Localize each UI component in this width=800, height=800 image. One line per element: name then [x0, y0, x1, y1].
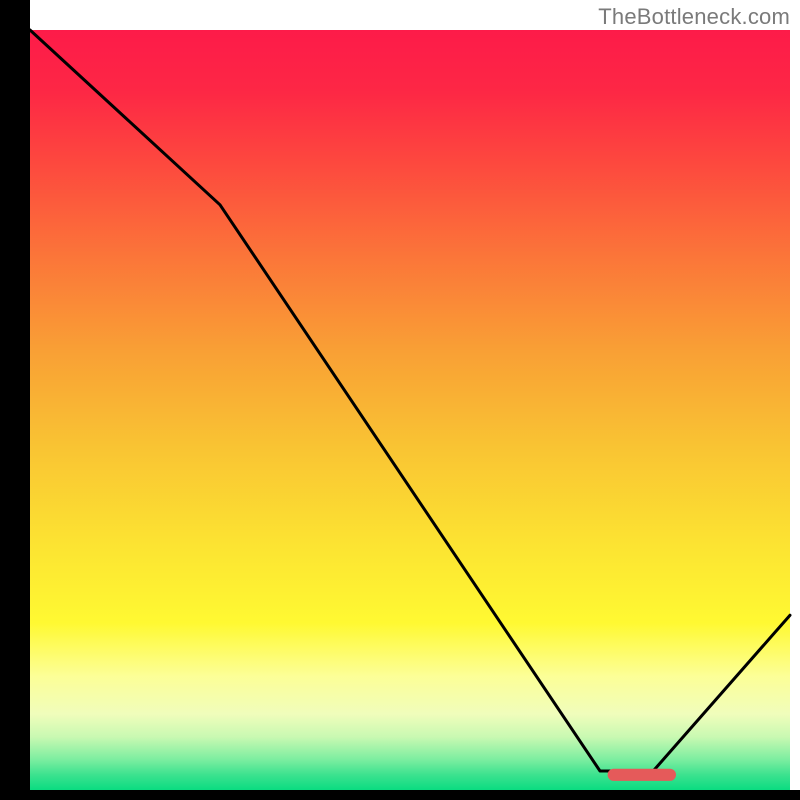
- plot-background: [30, 30, 790, 790]
- attribution-label: TheBottleneck.com: [598, 4, 790, 30]
- axis-left: [0, 0, 30, 800]
- bottleneck-chart: [0, 0, 800, 800]
- optimal-range-marker: [608, 769, 676, 781]
- chart-container: TheBottleneck.com: [0, 0, 800, 800]
- axis-bottom: [0, 790, 800, 800]
